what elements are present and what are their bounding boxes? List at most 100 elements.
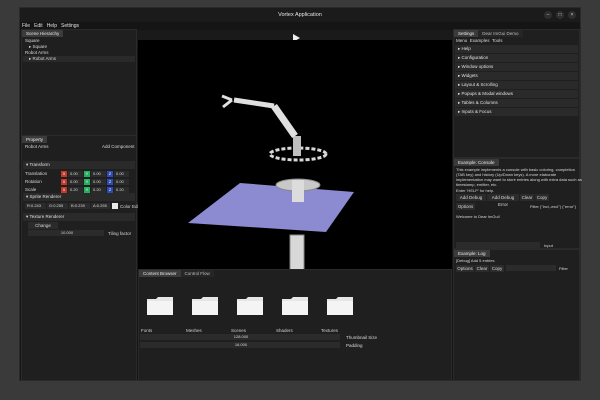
close-button[interactable]: ×	[568, 11, 576, 19]
hierarchy-item-robot-arms-selected[interactable]: ▸ Robot Arms	[23, 56, 135, 62]
color-a-field[interactable]: A:0.255	[91, 203, 110, 209]
demo-item-help[interactable]: ▸ Help	[455, 45, 578, 53]
demo-item-label: Inputs & Focus	[461, 109, 492, 114]
folder-label-scenes: Scenes	[231, 328, 247, 333]
folder-label-fonts: Fonts	[141, 328, 153, 333]
tab-content-browser[interactable]: Content Browser	[139, 270, 181, 277]
add-component-button[interactable]: Add Component	[102, 144, 135, 149]
demo-item-label: Tables & Columns	[461, 100, 498, 105]
hierarchy-item-label: Robot Arms	[32, 56, 57, 61]
tab-control-flow[interactable]: Control Flow	[180, 270, 214, 277]
translation-x-field[interactable]: 0.00	[68, 171, 83, 177]
demo-item-label: Popups & Modal windows	[461, 91, 514, 96]
log-copy-button[interactable]: Copy	[490, 265, 504, 272]
settings-tabbar: Settings Dear ImGui Demo	[454, 30, 523, 37]
robot-upper-arm	[233, 97, 275, 109]
folder-icon[interactable]	[326, 295, 354, 316]
console-input-label: Input	[544, 243, 553, 248]
add-debug-error-button[interactable]: Add Debug Error	[487, 194, 519, 207]
folder-icon[interactable]	[236, 295, 264, 316]
tab-log[interactable]: Example: Log	[454, 250, 490, 257]
rotation-x-field[interactable]: 0.00	[68, 179, 83, 185]
axis-z-badge[interactable]: Z	[107, 179, 113, 185]
ground-plane	[188, 183, 354, 232]
demo-menubar: Menu Examples Tools	[456, 38, 502, 43]
demo-examples[interactable]: Examples	[470, 38, 490, 43]
console-copy-button[interactable]: Copy	[535, 194, 549, 201]
axis-z-badge[interactable]: Z	[107, 171, 113, 177]
color-b-field[interactable]: B:0.239	[69, 203, 90, 209]
console-options-button[interactable]: Options	[456, 203, 475, 210]
demo-item-label: Configuration	[461, 55, 489, 60]
demo-item-inputs[interactable]: ▸ Inputs & Focus	[455, 108, 578, 116]
folder-label-textures: Textures	[321, 328, 339, 333]
hierarchy-item-robot-arms[interactable]: Robot Arms	[25, 50, 49, 55]
padding-slider[interactable]: 16.000	[140, 342, 340, 348]
demo-item-window-options[interactable]: ▸ Window options	[455, 63, 578, 71]
folder-label-shaders: Shaders	[276, 328, 293, 333]
tab-console[interactable]: Example: Console	[454, 159, 499, 166]
axis-y-badge[interactable]: Y	[84, 179, 90, 185]
console-clear-button[interactable]: Clear	[520, 194, 534, 201]
scene-render	[188, 94, 354, 272]
thumbnail-size-label: Thumbnail Size	[346, 335, 378, 340]
maximize-button[interactable]: □	[556, 11, 564, 19]
console-help: Enter 'HELP' for help.	[456, 188, 495, 193]
folder-icon[interactable]	[281, 295, 309, 316]
title-bar: Vortex Application – □ ×	[20, 8, 580, 22]
tab-settings[interactable]: Settings	[454, 30, 479, 37]
tab-scene-hierarchy[interactable]: Scene Hierarchy	[22, 30, 64, 37]
demo-tools[interactable]: Tools	[492, 38, 503, 43]
demo-item-popups[interactable]: ▸ Popups & Modal windows	[455, 90, 578, 98]
folder-icon[interactable]	[191, 295, 219, 316]
translation-z-field[interactable]: 0.00	[114, 171, 129, 177]
axis-x-badge[interactable]: X	[61, 171, 67, 177]
console-desc-4: timestamp, emitter, etc.	[456, 182, 498, 187]
color-g-field[interactable]: G:0.255	[47, 203, 68, 209]
property-tabbar: Property	[22, 136, 48, 143]
demo-item-configuration[interactable]: ▸ Configuration	[455, 54, 578, 62]
demo-item-widgets[interactable]: ▸ Widgets	[455, 72, 578, 80]
tab-property[interactable]: Property	[22, 136, 48, 143]
console-panel: Example: Console This example implements…	[453, 158, 582, 249]
change-texture-button[interactable]: Change Texture	[28, 222, 58, 235]
rotation-z-field[interactable]: 0.00	[114, 179, 129, 185]
log-filter-label: Filter	[559, 266, 568, 271]
robot-base	[289, 234, 305, 272]
log-filter-input[interactable]	[506, 265, 556, 271]
tab-imgui-demo[interactable]: Dear ImGui Demo	[478, 30, 523, 37]
transform-title: Transform	[29, 162, 50, 167]
sprite-renderer-header[interactable]: ▾ Sprite Renderer	[23, 193, 135, 201]
console-filter-label: Filter ("incl,-excl") ("error")	[530, 204, 577, 209]
rotation-y-field[interactable]: 0.00	[91, 179, 106, 185]
hierarchy-item-square-root[interactable]: Square	[25, 38, 40, 43]
texture-renderer-header[interactable]: ▾ Texture Renderer	[23, 213, 135, 221]
tiling-factor-slider[interactable]: 10.000	[28, 230, 104, 236]
console-input-field[interactable]	[456, 242, 540, 248]
padding-label: Padding	[346, 343, 363, 348]
demo-item-tables[interactable]: ▸ Tables & Columns	[455, 99, 578, 107]
color-edit-label: Color Edit	[120, 204, 140, 209]
transform-header[interactable]: ▾ Transform	[23, 161, 135, 169]
log-tabbar: Example: Log	[454, 250, 490, 257]
add-debug-text-button[interactable]: Add Debug Text	[456, 194, 486, 207]
color-swatch[interactable]	[112, 203, 118, 209]
tiling-factor-label: Tiling factor	[108, 231, 132, 236]
demo-menu[interactable]: Menu	[456, 38, 467, 43]
scene-viewport[interactable]	[138, 40, 452, 272]
axis-x-badge[interactable]: X	[61, 179, 67, 185]
axis-y-badge[interactable]: Y	[84, 171, 90, 177]
demo-item-label: Layout & Scrolling	[461, 82, 498, 87]
demo-item-layout[interactable]: ▸ Layout & Scrolling	[455, 81, 578, 89]
translation-y-field[interactable]: 0.00	[91, 171, 106, 177]
scene-hierarchy-tabbar: Scene Hierarchy	[22, 30, 64, 37]
color-r-field[interactable]: R:0.243	[25, 203, 46, 209]
thumbnail-size-slider[interactable]: 128.000	[140, 334, 340, 340]
property-panel: Property Robot Arms Add Component ▾ Tran…	[21, 135, 140, 381]
translation-label: Translation	[25, 171, 48, 176]
log-clear-button[interactable]: Clear	[475, 265, 489, 272]
demo-item-label: Help	[461, 46, 471, 51]
log-options-button[interactable]: Options	[456, 265, 474, 272]
folder-icon[interactable]	[146, 295, 174, 316]
minimize-button[interactable]: –	[544, 11, 552, 19]
